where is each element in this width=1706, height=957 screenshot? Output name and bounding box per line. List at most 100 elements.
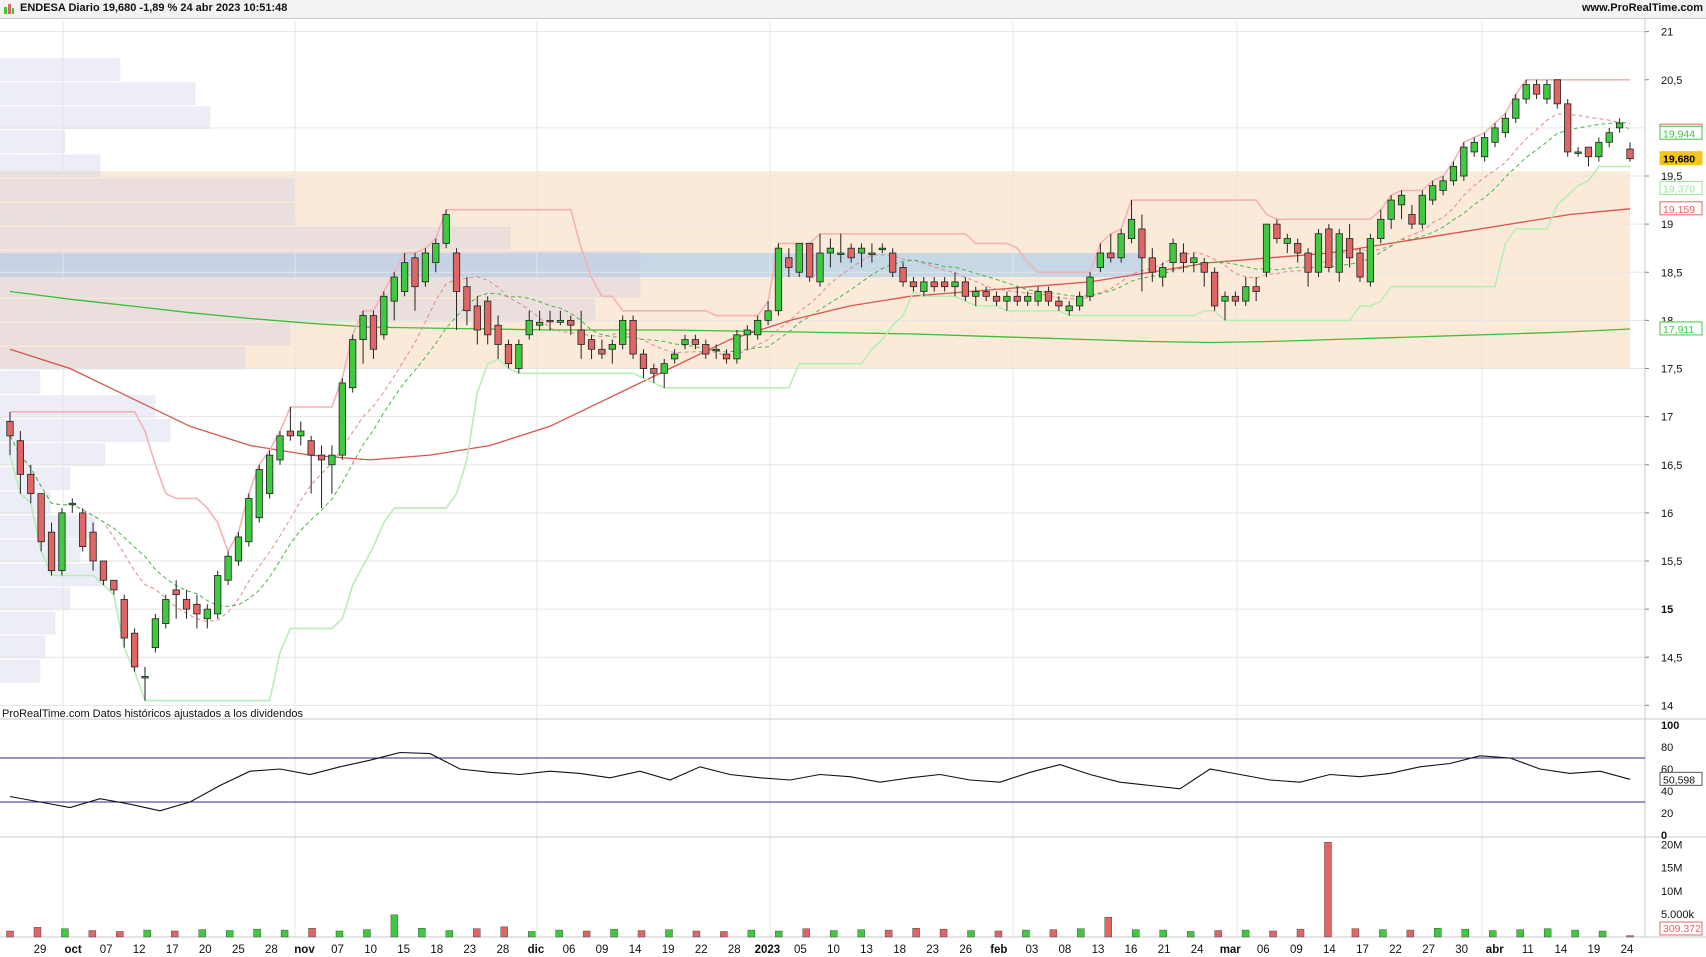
candle-body [972,291,980,297]
candle-body [1615,122,1624,129]
volume-profile-bar [0,202,296,226]
price-tick-label: 17 [1661,412,1673,424]
volume-bar [308,928,316,938]
candle-body [1345,238,1354,259]
volume-profile-bar [0,467,71,490]
volume-bar [582,930,591,938]
volume-profile-bar [0,611,56,635]
candle-body [349,339,357,389]
footnote: ProRealTime.com Datos históricos ajustad… [2,708,304,720]
candle-body [1221,295,1229,302]
volume-bar [1269,930,1277,938]
price-tick-label: 14,5 [1661,652,1682,664]
price-tag-label: 19,680 [1663,154,1695,166]
candle-body [1075,295,1084,307]
candle-body [774,247,783,312]
candle-body [1283,238,1291,244]
candle-body [504,344,513,365]
candle-body [1335,233,1343,273]
candle-body [120,599,128,639]
candle-body [1397,194,1406,206]
candle-body [1169,242,1177,264]
candle-body [639,353,648,369]
rsi-tag-label: 50,598 [1663,774,1695,786]
candle-body [6,421,14,437]
candle-body [795,242,803,273]
date-label: 2023 [755,944,781,956]
candle-body [847,247,855,259]
volume-bar [665,929,673,938]
date-label: 10 [364,944,377,956]
date-label: 06 [1257,944,1270,956]
price-tick-label: 20,5 [1661,75,1682,87]
date-label: 18 [893,944,906,956]
candle-body [1024,295,1032,302]
candle-body [1564,103,1572,153]
candle-body [1013,295,1021,302]
volume-profile-bar [0,635,46,659]
candle-body [608,344,616,350]
date-axis: 29 oct 07 12 17 20 25 28 nov 07 10 15 18 23 28 dic 06 09 1… [34,944,1634,956]
volume-bar [445,930,454,938]
date-label: 19 [662,944,675,956]
volume-bar [637,930,646,938]
candle-body [494,324,502,345]
candle-body [546,319,554,323]
volume-bar [610,928,618,938]
date-label: 29 [34,944,47,956]
volume-bar [555,929,563,938]
volume-profile-bar [0,106,211,130]
volume-bar [720,931,728,938]
volume-bar [1598,930,1607,938]
volume-bar [1077,928,1085,938]
date-label: oct [64,944,81,956]
volume-bar [1406,929,1415,938]
volume-bar [335,930,344,938]
date-label: 12 [133,944,146,956]
price-chart[interactable]: 2120,519,51918,51817,51716,51615,51514,5… [0,0,1706,957]
candle-body [162,599,170,624]
volume-bar [171,930,179,938]
candle-body [369,315,378,350]
candle-body [1210,271,1219,307]
volume-bar [1186,931,1195,938]
candle-body [660,363,668,374]
candle-body [265,454,274,495]
candle-body [1117,233,1125,259]
price-tick-label: 15 [1661,604,1673,616]
candle-body [411,257,419,288]
volume-bar [473,928,481,938]
candle-body [1325,228,1333,268]
candle-body [889,252,897,273]
price-tick-label: 14 [1661,700,1673,712]
candle-body [743,329,751,336]
date-label: 22 [695,944,708,956]
candle-body [1584,146,1593,158]
candle-body [1377,218,1385,239]
candle-body [702,344,710,355]
candle-body [525,319,533,336]
price-tick-label: 17,5 [1661,364,1682,376]
volume-bar [912,928,920,938]
price-tag-label: 19,370 [1663,184,1695,196]
candle-body [463,286,471,312]
candle-body [764,310,772,321]
candle-body [629,319,637,355]
candle-body [1231,295,1240,302]
price-tick-label: 18,5 [1661,267,1682,279]
price-tick-label: 21 [1661,27,1673,39]
candle-body [1449,165,1458,182]
rsi-tick-label: 80 [1661,742,1673,754]
volume-bar [418,928,426,938]
volume-profile-bar [0,178,296,202]
volume-bar [1241,929,1250,938]
candle-body [89,531,97,562]
volume-profile-bar [0,659,41,683]
volume-tag-label: 309.372 [1663,923,1701,935]
candle-body [255,469,263,519]
candle-body [805,242,814,278]
candle-body [1543,84,1551,100]
candle-body [1179,252,1188,264]
candle-body [1159,267,1167,278]
candle-body [515,344,523,369]
